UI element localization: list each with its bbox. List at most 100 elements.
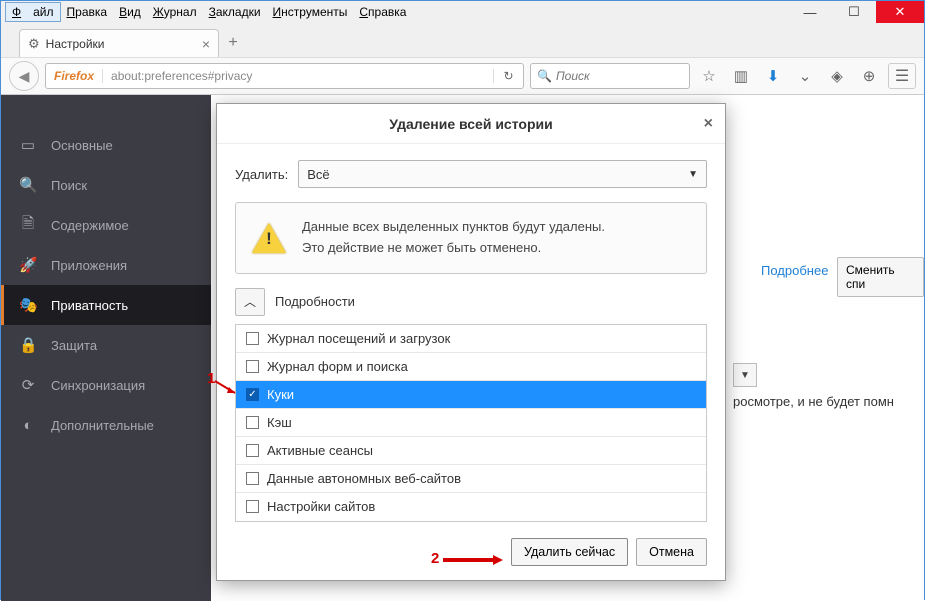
general-icon: ▭ [19,136,37,154]
identity-box[interactable]: Firefox [46,69,103,83]
minimize-button[interactable]: — [788,1,832,23]
menu-view[interactable]: Вид [113,3,147,21]
details-toggle-button[interactable]: ︿ [235,288,265,316]
sidebar-item-privacy[interactable]: 🎭 Приватность [1,285,211,325]
item-site-prefs[interactable]: Настройки сайтов [236,493,706,521]
item-forms-search[interactable]: Журнал форм и поиска [236,353,706,381]
item-label: Данные автономных веб-сайтов [267,471,461,486]
back-button[interactable]: ◀ [9,61,39,91]
checkbox[interactable] [246,360,259,373]
annotation-2: 2 [431,550,439,567]
reload-icon[interactable]: ↻ [493,69,523,83]
sidebar-item-label: Синхронизация [51,378,145,393]
url-bar[interactable]: Firefox about:preferences#privacy ↻ [45,63,524,89]
annotation-arrow-2 [443,553,503,567]
item-label: Журнал форм и поиска [267,359,408,374]
cancel-button[interactable]: Отмена [636,538,707,566]
search-icon: 🔍 [537,69,552,83]
sidebar-item-general[interactable]: ▭ Основные [1,125,211,165]
item-label: Настройки сайтов [267,499,375,514]
sidebar-item-label: Основные [51,138,113,153]
item-offline-data[interactable]: Данные автономных веб-сайтов [236,465,706,493]
mask-icon: 🎭 [19,296,37,314]
bookmark-star-icon[interactable]: ☆ [696,67,722,85]
dialog-title: Удаление всей истории [389,116,552,132]
checkbox[interactable] [246,416,259,429]
item-label: Кэш [267,415,292,430]
clear-now-button[interactable]: Удалить сейчас [511,538,628,566]
item-label: Журнал посещений и загрузок [267,331,450,346]
url-text: about:preferences#privacy [103,69,493,83]
content-area: ▭ Основные 🔍 Поиск 🗎 Содержимое 🚀 Приложения… [1,95,924,601]
change-list-button[interactable]: Сменить спи [837,257,924,297]
item-cookies[interactable]: ✓ Куки [236,381,706,409]
sidebar-item-sync[interactable]: ⟳ Синхронизация [1,365,211,405]
item-active-logins[interactable]: Активные сеансы [236,437,706,465]
downloads-icon[interactable]: ⬇ [760,67,786,85]
menu-file[interactable]: Файл [5,2,61,22]
shield-icon[interactable]: ◈ [824,67,850,85]
checkbox[interactable]: ✓ [246,388,259,401]
close-button[interactable]: ✕ [876,1,924,23]
sidebar-item-label: Содержимое [51,218,129,233]
sync-icon: ⟳ [19,376,37,394]
item-browsing-downloads[interactable]: Журнал посещений и загрузок [236,325,706,353]
menu-tools[interactable]: Инструменты [267,3,354,21]
time-range-label: Удалить: [235,167,288,182]
menu-help[interactable]: Справка [353,3,412,21]
time-range-select[interactable]: Всё ▼ [298,160,707,188]
search-input[interactable] [556,69,683,83]
sidebar-item-label: Приложения [51,258,127,273]
preferences-sidebar: ▭ Основные 🔍 Поиск 🗎 Содержимое 🚀 Приложения… [1,95,211,601]
menu-bar: Файл Правка Вид Журнал Закладки Инструме… [1,1,924,23]
tab-close-icon[interactable]: × [202,36,210,52]
clear-history-dialog: Удаление всей истории × Удалить: Всё ▼ !… [216,103,726,581]
item-label: Куки [267,387,294,402]
library-icon[interactable]: ▥ [728,67,754,85]
menu-history[interactable]: Журнал [147,3,203,21]
learn-more-link[interactable]: Подробнее [761,263,828,278]
sidebar-item-label: Защита [51,338,97,353]
sidebar-item-security[interactable]: 🔒 Защита [1,325,211,365]
tab-settings[interactable]: ⚙ Настройки × [19,29,219,57]
tab-strip: ⚙ Настройки × + [1,23,924,57]
details-label: Подробности [275,294,355,309]
checkbox[interactable] [246,500,259,513]
lock-icon: 🔒 [19,336,37,354]
dialog-title-bar: Удаление всей истории × [217,104,725,144]
sidebar-item-advanced[interactable]: ◐ Дополнительные [1,405,211,445]
checkbox[interactable] [246,332,259,345]
sidebar-item-label: Дополнительные [51,418,154,433]
history-items-list: Журнал посещений и загрузок Журнал форм … [235,324,707,522]
device-icon[interactable]: ⊕ [856,67,882,85]
checkbox[interactable] [246,472,259,485]
menu-edit[interactable]: Правка [61,3,114,21]
dialog-close-icon[interactable]: × [704,115,713,133]
new-tab-button[interactable]: + [219,29,247,57]
nav-toolbar: ◀ Firefox about:preferences#privacy ↻ 🔍 … [1,57,924,95]
pocket-icon[interactable]: ⌄ [792,67,818,85]
hamburger-menu-button[interactable]: ☰ [888,63,916,89]
rocket-icon: 🚀 [19,256,37,274]
annotation-1: 1 [207,370,215,387]
maximize-button[interactable]: ☐ [832,1,876,23]
warning-box: ! Данные всех выделенных пунктов будут у… [235,202,707,274]
advanced-icon: ◐ [19,417,37,434]
sidebar-item-label: Приватность [51,298,128,313]
window-controls: — ☐ ✕ [788,1,924,23]
time-range-value: Всё [307,167,329,182]
menu-bookmarks[interactable]: Закладки [203,3,267,21]
tab-title: Настройки [46,37,105,51]
search-icon: 🔍 [19,176,37,194]
background-text: росмотре, и не будет помн [733,394,894,409]
sidebar-item-search[interactable]: 🔍 Поиск [1,165,211,205]
sidebar-item-apps[interactable]: 🚀 Приложения [1,245,211,285]
checkbox[interactable] [246,444,259,457]
annotation-arrow-1 [213,379,241,399]
search-bar[interactable]: 🔍 [530,63,690,89]
dropdown-caret-button[interactable]: ▼ [733,363,757,387]
content-icon: 🗎 [19,213,37,238]
item-cache[interactable]: Кэш [236,409,706,437]
sidebar-item-content[interactable]: 🗎 Содержимое [1,205,211,245]
sidebar-item-label: Поиск [51,178,87,193]
